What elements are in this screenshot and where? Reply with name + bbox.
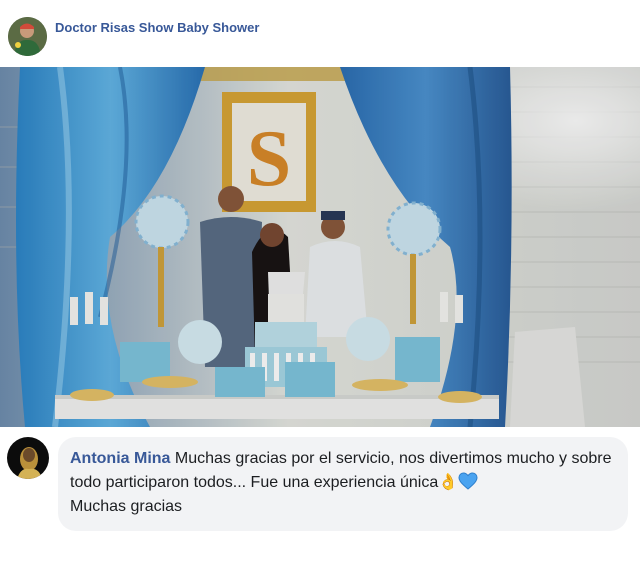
- commenter-avatar-photo-icon: [7, 437, 49, 479]
- post-photo[interactable]: S: [0, 67, 640, 427]
- ok-hand-emoji: 👌: [438, 474, 459, 491]
- comment-author-link[interactable]: Antonia Mina: [70, 450, 170, 467]
- page-avatar-photo-icon: [8, 17, 47, 56]
- baby-shower-party-photo-icon: S: [0, 67, 640, 427]
- commenter-avatar[interactable]: [7, 437, 49, 479]
- blue-heart-icon: [458, 472, 478, 490]
- post-header: Doctor Risas Show Baby Shower: [0, 0, 640, 62]
- comment-text-closing: Muchas gracias: [70, 498, 183, 515]
- page-name-link[interactable]: Doctor Risas Show Baby Shower: [55, 20, 259, 35]
- comment-bubble: Antonia Mina Muchas gracias por el servi…: [58, 437, 628, 531]
- page-avatar[interactable]: [8, 17, 47, 56]
